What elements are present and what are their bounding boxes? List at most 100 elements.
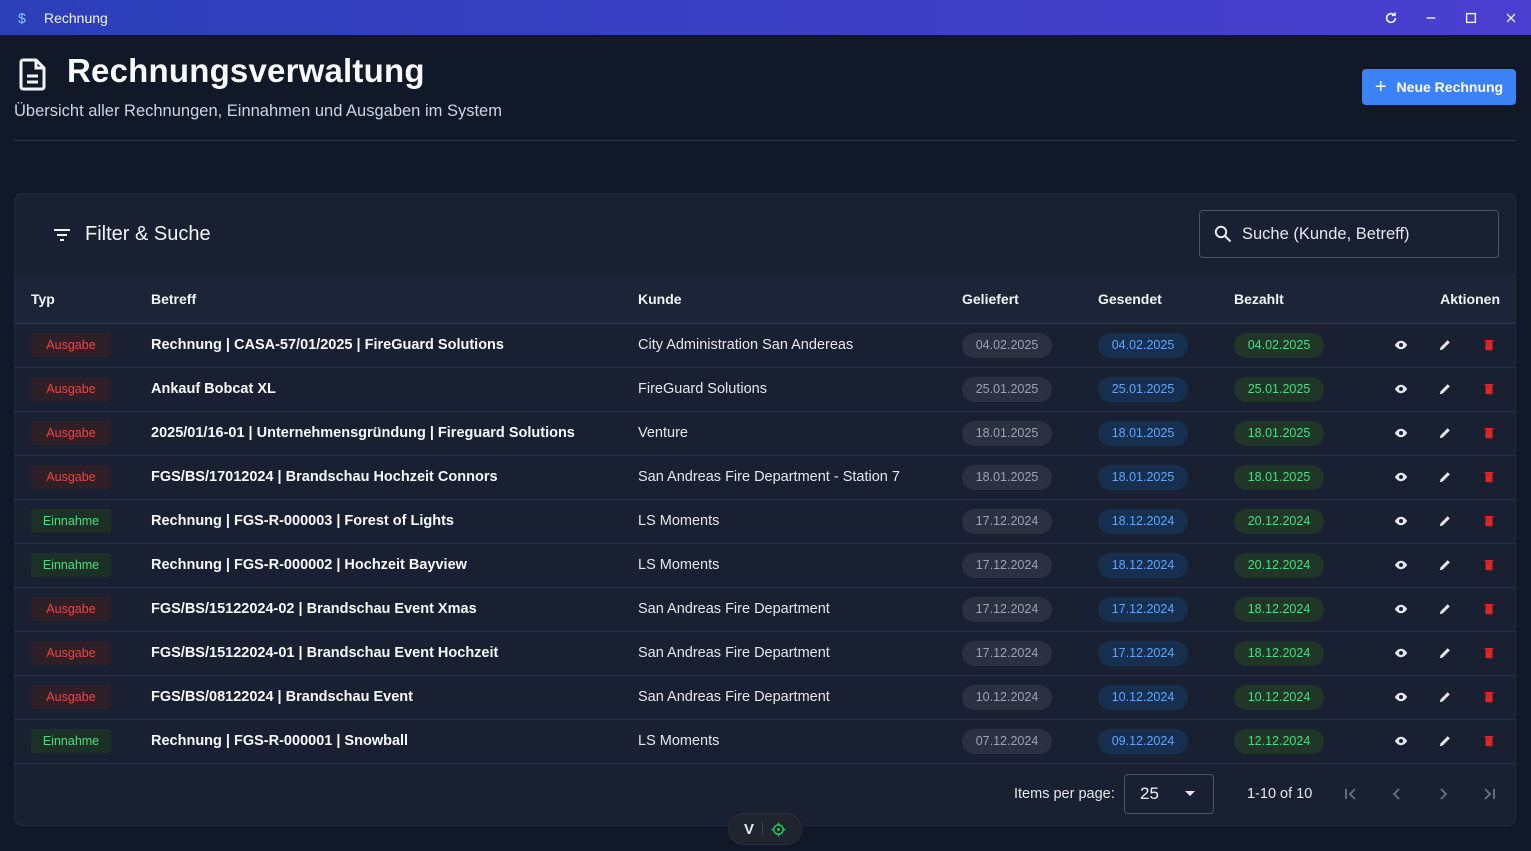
cell-typ: Einnahme xyxy=(15,543,151,588)
view-icon[interactable] xyxy=(1390,686,1412,708)
search-placeholder: Suche (Kunde, Betreff) xyxy=(1242,224,1410,243)
cell-gesendet: 18.01.2025 xyxy=(1098,411,1234,456)
cell-bezahlt: 18.01.2025 xyxy=(1234,411,1370,456)
cell-typ: Ausgabe xyxy=(15,587,151,632)
edit-icon[interactable] xyxy=(1434,422,1456,444)
edit-icon[interactable] xyxy=(1434,642,1456,664)
cell-bezahlt: 20.12.2024 xyxy=(1234,543,1370,588)
view-icon[interactable] xyxy=(1390,642,1412,664)
table-row[interactable]: Einnahme Rechnung | FGS-R-000001 | Snowba… xyxy=(15,719,1515,764)
view-icon[interactable] xyxy=(1390,334,1412,356)
cell-bezahlt: 25.01.2025 xyxy=(1234,367,1370,412)
column-header-gesendet[interactable]: Gesendet xyxy=(1098,275,1234,324)
cell-betreff: FGS/BS/08122024 | Brandschau Event xyxy=(151,675,638,720)
delete-icon[interactable] xyxy=(1478,378,1500,400)
first-page-button[interactable] xyxy=(1339,782,1363,806)
table-row[interactable]: Ausgabe 2025/01/16-01 | Unternehmensgründ… xyxy=(15,411,1515,456)
edit-icon[interactable] xyxy=(1434,730,1456,752)
cell-kunde: LS Moments xyxy=(638,543,962,588)
type-badge: Ausgabe xyxy=(31,421,111,445)
view-icon[interactable] xyxy=(1390,730,1412,752)
edit-icon[interactable] xyxy=(1434,554,1456,576)
paid-date-chip: 18.01.2025 xyxy=(1234,464,1324,490)
table-row[interactable]: Ausgabe FGS/BS/17012024 | Brandschau Hoch… xyxy=(15,455,1515,500)
table-row[interactable]: Ausgabe FGS/BS/15122024-01 | Brandschau E… xyxy=(15,631,1515,676)
view-icon[interactable] xyxy=(1390,510,1412,532)
close-button[interactable] xyxy=(1491,0,1531,35)
cell-gesendet: 17.12.2024 xyxy=(1098,587,1234,632)
devtools-toggle[interactable]: V xyxy=(728,813,802,845)
delivered-date-chip: 17.12.2024 xyxy=(962,640,1052,666)
type-badge: Einnahme xyxy=(31,729,111,753)
delete-icon[interactable] xyxy=(1478,422,1500,444)
edit-icon[interactable] xyxy=(1434,334,1456,356)
view-icon[interactable] xyxy=(1390,554,1412,576)
column-header-bezahlt[interactable]: Bezahlt xyxy=(1234,275,1370,324)
view-icon[interactable] xyxy=(1390,466,1412,488)
items-per-page-select[interactable]: 25 xyxy=(1124,774,1214,814)
table-row[interactable]: Ausgabe FGS/BS/08122024 | Brandschau Even… xyxy=(15,675,1515,720)
new-invoice-button[interactable]: + Neue Rechnung xyxy=(1362,69,1516,105)
filter-heading: Filter & Suche xyxy=(53,223,211,246)
delete-icon[interactable] xyxy=(1478,686,1500,708)
delete-icon[interactable] xyxy=(1478,510,1500,532)
divider xyxy=(762,822,763,836)
reload-button[interactable] xyxy=(1371,0,1411,35)
search-input[interactable]: Suche (Kunde, Betreff) xyxy=(1199,210,1499,258)
delete-icon[interactable] xyxy=(1478,730,1500,752)
invoice-card: Filter & Suche Suche (Kunde, Betreff) Ty… xyxy=(14,193,1516,826)
cell-kunde: City Administration San Andereas xyxy=(638,323,962,368)
search-icon xyxy=(1214,225,1232,243)
type-badge: Einnahme xyxy=(31,509,111,533)
cell-kunde: LS Moments xyxy=(638,499,962,544)
last-page-button[interactable] xyxy=(1477,782,1501,806)
first-page-icon xyxy=(1345,788,1356,800)
table-row[interactable]: Ausgabe Rechnung | CASA-57/01/2025 | Fire… xyxy=(15,323,1515,368)
delete-icon[interactable] xyxy=(1478,642,1500,664)
previous-page-button[interactable] xyxy=(1385,782,1409,806)
table-row[interactable]: Ausgabe FGS/BS/15122024-02 | Brandschau E… xyxy=(15,587,1515,632)
chevron-left-icon xyxy=(1392,788,1400,800)
edit-icon[interactable] xyxy=(1434,466,1456,488)
table-row[interactable]: Ausgabe Ankauf Bobcat XL FireGuard Solutio… xyxy=(15,367,1515,412)
sent-date-chip: 17.12.2024 xyxy=(1098,596,1188,622)
cell-bezahlt: 12.12.2024 xyxy=(1234,719,1370,764)
view-icon[interactable] xyxy=(1390,378,1412,400)
view-icon[interactable] xyxy=(1390,422,1412,444)
cell-aktionen xyxy=(1370,675,1515,720)
edit-icon[interactable] xyxy=(1434,686,1456,708)
dollar-icon: $ xyxy=(18,9,26,26)
table-row[interactable]: Einnahme Rechnung | FGS-R-000002 | Hochze… xyxy=(15,543,1515,588)
column-header-typ[interactable]: Typ xyxy=(15,275,151,324)
paid-date-chip: 20.12.2024 xyxy=(1234,508,1324,534)
delete-icon[interactable] xyxy=(1478,554,1500,576)
view-icon[interactable] xyxy=(1390,598,1412,620)
minimize-button[interactable] xyxy=(1411,0,1451,35)
delete-icon[interactable] xyxy=(1478,466,1500,488)
cell-geliefert: 25.01.2025 xyxy=(962,367,1098,412)
cell-betreff: FGS/BS/17012024 | Brandschau Hochzeit Co… xyxy=(151,455,638,500)
minimize-icon xyxy=(1426,16,1436,19)
type-badge: Ausgabe xyxy=(31,377,111,401)
paid-date-chip: 25.01.2025 xyxy=(1234,376,1324,402)
delivered-date-chip: 17.12.2024 xyxy=(962,508,1052,534)
table-row[interactable]: Einnahme Rechnung | FGS-R-000003 | Forest… xyxy=(15,499,1515,544)
delete-icon[interactable] xyxy=(1478,334,1500,356)
column-header-aktionen: Aktionen xyxy=(1370,275,1515,324)
column-header-kunde[interactable]: Kunde xyxy=(638,275,962,324)
edit-icon[interactable] xyxy=(1434,598,1456,620)
delivered-date-chip: 07.12.2024 xyxy=(962,728,1052,754)
cell-betreff: 2025/01/16-01 | Unternehmensgründung | F… xyxy=(151,411,638,456)
next-page-button[interactable] xyxy=(1431,782,1455,806)
cell-typ: Einnahme xyxy=(15,719,151,764)
delivered-date-chip: 04.02.2025 xyxy=(962,332,1052,358)
delete-icon[interactable] xyxy=(1478,598,1500,620)
edit-icon[interactable] xyxy=(1434,378,1456,400)
cell-aktionen xyxy=(1370,411,1515,456)
column-header-geliefert[interactable]: Geliefert xyxy=(962,275,1098,324)
maximize-button[interactable] xyxy=(1451,0,1491,35)
column-header-betreff[interactable]: Betreff xyxy=(151,275,638,324)
edit-icon[interactable] xyxy=(1434,510,1456,532)
new-invoice-label: Neue Rechnung xyxy=(1396,79,1504,95)
cell-gesendet: 09.12.2024 xyxy=(1098,719,1234,764)
